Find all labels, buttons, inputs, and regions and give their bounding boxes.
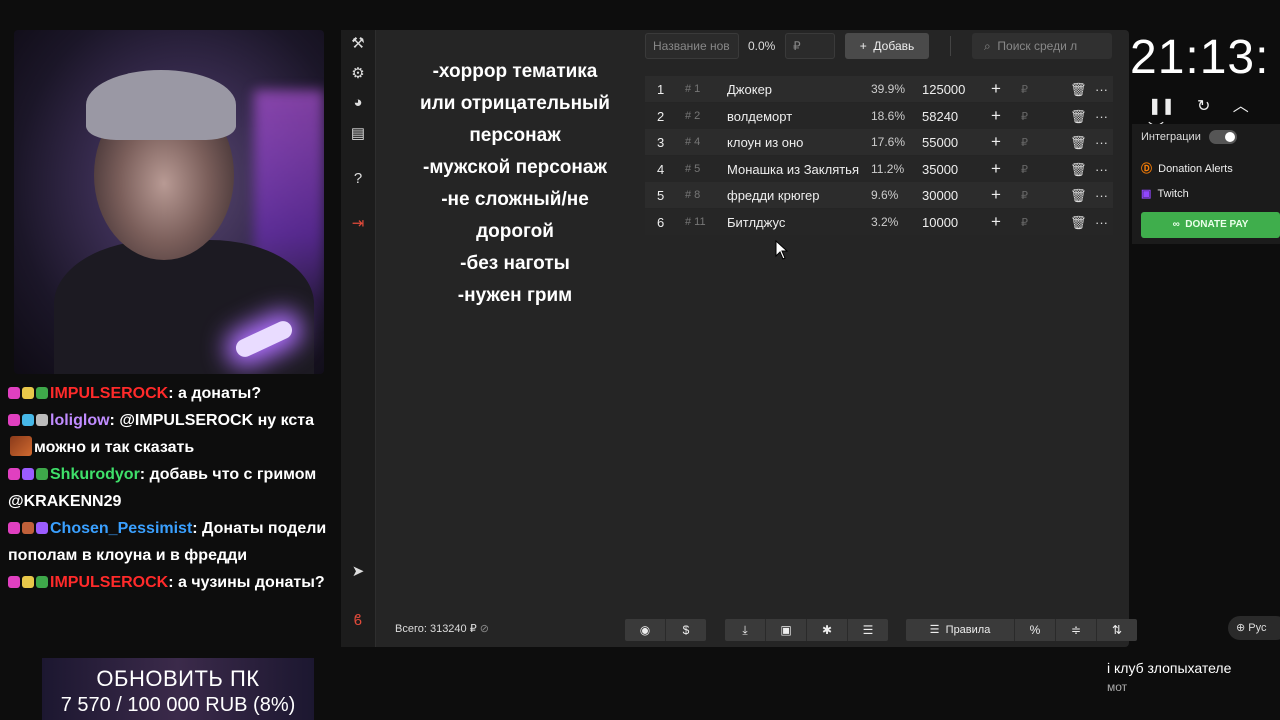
bug-icon[interactable]: ✱ <box>807 619 848 641</box>
pie-chart-icon[interactable]: ◕ <box>341 94 375 111</box>
divider <box>950 36 951 56</box>
plus-icon[interactable]: + <box>991 212 1001 232</box>
twitch-item[interactable]: ▣ Twitch <box>1141 187 1189 200</box>
globe-icon: ⊕ <box>1236 622 1246 634</box>
webcam-video <box>14 30 324 374</box>
pause-icon[interactable]: ❚❚ <box>1148 98 1175 115</box>
save-icon[interactable]: ▣ <box>766 619 807 641</box>
plus-icon[interactable]: + <box>991 79 1001 99</box>
trash-icon[interactable]: 🗑 <box>1070 109 1087 125</box>
ruble-icon: ₽ <box>1021 190 1028 202</box>
chat-log: IMPULSEROCK: а донаты? loliglow: @IMPULS… <box>8 380 338 596</box>
ruble-icon: ₽ <box>1021 163 1028 176</box>
chat-username: IMPULSEROCK <box>50 574 169 591</box>
plus-icon[interactable]: + <box>991 159 1001 179</box>
integrations-toggle[interactable] <box>1209 130 1237 144</box>
table-row: 6 # 11 Битлджус 3.2% 10000 + ₽ 🗑 ··· <box>645 208 1113 235</box>
clipboard-icon[interactable]: ▤ <box>341 124 375 142</box>
search-icon: ⌕ <box>984 39 991 53</box>
trash-icon[interactable]: 🗑 <box>1070 82 1087 98</box>
table-row: 3 # 4 клоун из оно 17.6% 55000 + ₽ 🗑 ··· <box>645 129 1113 155</box>
chevron-up-icon[interactable]: ︿ <box>1233 98 1249 115</box>
search-input[interactable]: ⌕ Поиск среди л <box>972 33 1112 59</box>
link-icon: ∞ <box>1172 219 1180 230</box>
download-icon[interactable]: ⤓ <box>725 619 766 641</box>
plus-icon[interactable]: + <box>991 106 1001 126</box>
mouse-cursor-icon <box>775 240 789 260</box>
emote-icon <box>10 436 32 456</box>
chat-message: IMPULSEROCK: а чузины донаты? <box>8 569 338 596</box>
view-group: ☰ Правила % ≑ ⇅ <box>906 619 1137 641</box>
table-row: 5 # 8 фредди крюгер 9.6% 30000 + ₽ 🗑 ··· <box>645 182 1113 208</box>
timer-display: 21:13: <box>1130 31 1270 84</box>
rules-text: -хоррор тематика или отрицательный персо… <box>420 61 610 306</box>
help-icon[interactable]: ? <box>341 170 375 187</box>
boosty-icon[interactable]: ϐ <box>341 612 375 629</box>
language-select[interactable]: ⊕ Рус <box>1228 616 1280 640</box>
align-icon[interactable]: ≑ <box>1056 619 1097 641</box>
goal-title: ОБНОВИТЬ ПК <box>96 666 260 691</box>
gear-icon[interactable]: ⚙ <box>341 64 375 82</box>
donation-alerts-item[interactable]: Ⓓ Donation Alerts <box>1141 160 1233 176</box>
trash-icon[interactable]: 🗑 <box>1070 188 1087 204</box>
club-caption: і клуб злопыхателе <box>1107 660 1232 676</box>
sort-icon[interactable]: ⇅ <box>1097 619 1137 641</box>
more-icon[interactable]: ··· <box>1095 135 1108 150</box>
chat-message: IMPULSEROCK: а донаты? <box>8 380 338 407</box>
more-icon[interactable]: ··· <box>1095 162 1108 177</box>
logout-icon[interactable]: ⇥ <box>341 214 375 232</box>
more-icon[interactable]: ··· <box>1095 215 1108 230</box>
ruble-icon: ₽ <box>1021 84 1028 96</box>
twitch-icon: ▣ <box>1141 188 1152 200</box>
lot-name-input[interactable]: Название нов <box>645 33 739 59</box>
lots-table: 1 # 1 Джокер 39.9% 125000 + ₽ 🗑 ··· 2 # 2 вол… <box>645 76 1113 235</box>
amount-input[interactable]: ₽ <box>785 33 835 59</box>
donation-alerts-icon: Ⓓ <box>1141 163 1152 175</box>
chat-username: Shkurodyor <box>50 466 140 483</box>
chat-message: Shkurodyor: добавь что с гримом @KRAKENN… <box>8 466 317 510</box>
add-lot-button[interactable]: + Добавь <box>845 33 929 59</box>
chat-username: Chosen_Pessimist <box>50 520 193 537</box>
table-row: 4 # 5 Монашка из Заклятья 11.2% 35000 + ₽ 🗑 … <box>645 155 1113 182</box>
rules-button[interactable]: ☰ Правила <box>906 619 1015 641</box>
ruble-icon: ₽ <box>1021 110 1028 123</box>
trash-icon[interactable]: 🗑 <box>1070 215 1087 231</box>
percent-toggle[interactable]: % <box>1015 619 1056 641</box>
links-group: ◉ $ <box>625 619 706 641</box>
chat-message: loliglow: @IMPULSEROCK ну кста можно и т… <box>8 407 338 461</box>
donation-goal: ОБНОВИТЬ ПК 7 570 / 100 000 RUB (8%) <box>42 658 314 720</box>
more-icon[interactable]: ··· <box>1095 188 1108 203</box>
integrations-label: Интеграции <box>1141 131 1201 143</box>
github-icon[interactable]: ◉ <box>625 619 666 641</box>
dollar-icon[interactable]: $ <box>666 619 706 641</box>
chat-message: Chosen_Pessimist: Донаты подели пополам … <box>8 520 327 564</box>
chat-username: IMPULSEROCK <box>50 385 169 402</box>
club-caption-sub: мот <box>1107 680 1128 694</box>
total-amount: Всего: 313240 ₽ ⊘ <box>395 623 489 635</box>
goal-progress: 7 570 / 100 000 RUB (8%) <box>60 694 296 716</box>
trash-icon[interactable]: 🗑 <box>1070 135 1087 151</box>
table-row: 2 # 2 волдеморт 18.6% 58240 + ₽ 🗑 ··· <box>645 102 1113 129</box>
plus-icon[interactable]: + <box>991 185 1001 205</box>
table-row: 1 # 1 Джокер 39.9% 125000 + ₽ 🗑 ··· <box>645 76 1113 102</box>
trash-icon[interactable]: 🗑 <box>1070 162 1087 178</box>
actions-group: ⤓ ▣ ✱ ☰ <box>725 619 888 641</box>
reset-icon[interactable]: ↻ <box>1197 98 1210 115</box>
plus-icon[interactable]: + <box>991 132 1001 152</box>
ruble-icon: ₽ <box>1021 216 1028 229</box>
eye-off-icon[interactable]: ⊘ <box>480 623 489 635</box>
chat-username: loliglow <box>50 412 110 429</box>
sidebar: ⚒ ⚙ ◕ ▤ ? ⇥ ➤ ϐ <box>341 30 376 647</box>
percent-label: 0.0% <box>748 39 776 53</box>
telegram-icon[interactable]: ➤ <box>341 562 375 580</box>
more-icon[interactable]: ··· <box>1095 109 1108 124</box>
gavel-icon[interactable]: ⚒ <box>341 34 375 52</box>
ruble-icon: ₽ <box>1021 137 1028 149</box>
donate-pay-button[interactable]: ∞ DONATE PAY <box>1141 212 1280 238</box>
clear-list-icon[interactable]: ☰ <box>848 619 888 641</box>
more-icon[interactable]: ··· <box>1095 82 1108 97</box>
plus-icon: + <box>859 39 867 53</box>
